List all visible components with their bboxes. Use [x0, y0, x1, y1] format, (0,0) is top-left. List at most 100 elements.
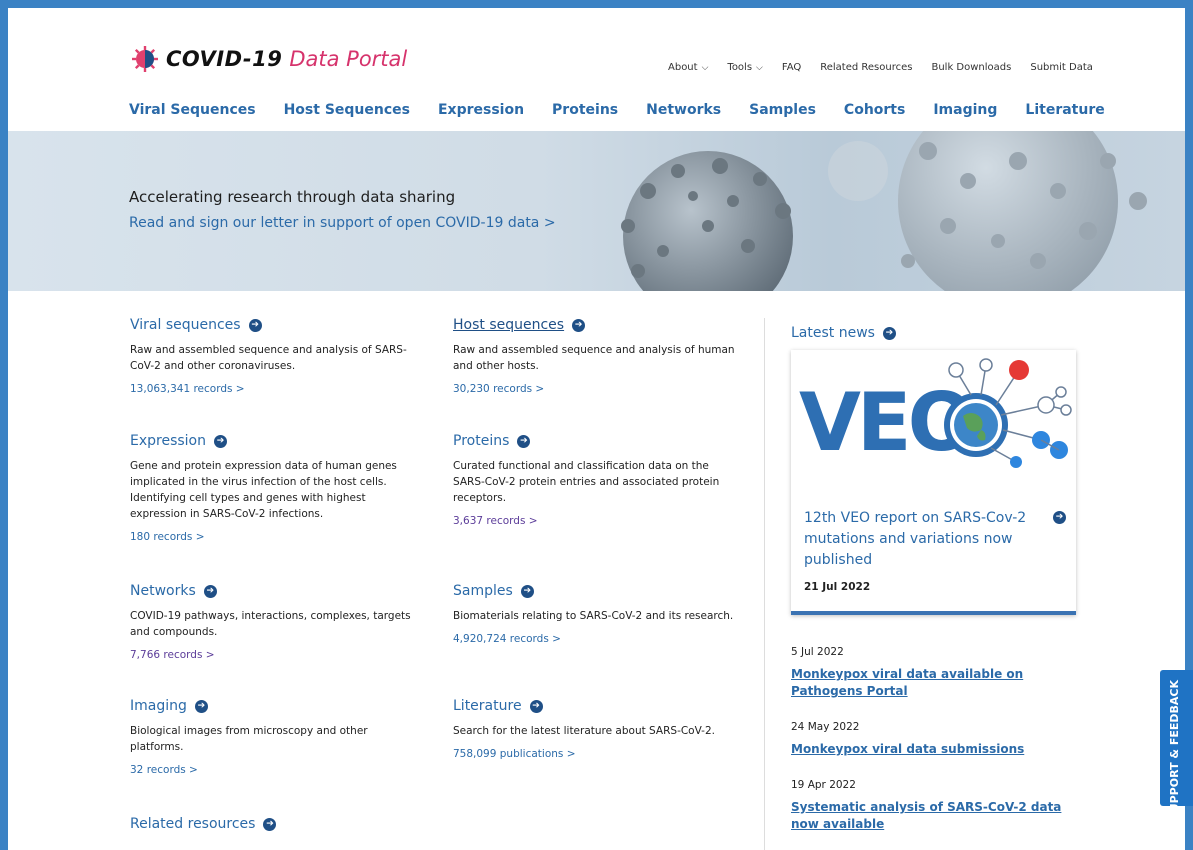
section-related-resources: Related resources ➔	[130, 816, 430, 832]
section-imaging-desc: Biological images from microscopy and ot…	[130, 725, 368, 753]
arrow-circle-icon: ➔	[529, 699, 543, 713]
section-proteins-title-text: Proteins	[453, 433, 510, 449]
news-item-link[interactable]: Monkeypox viral data available on Pathog…	[791, 666, 1071, 700]
logo-portal-text: Data Portal	[289, 47, 408, 71]
hero-title: Accelerating research through data shari…	[129, 188, 456, 206]
section-networks-records-link[interactable]: 7,766 records >	[130, 649, 430, 661]
main-nav-host-sequences[interactable]: Host Sequences	[284, 102, 410, 118]
section-host-sequences: Host sequences ➔ Raw and assembled sequen…	[453, 317, 753, 395]
section-networks: Networks ➔ COVID-19 pathways, interaction…	[130, 583, 430, 661]
logo-covid-text: COVID-19	[166, 47, 283, 71]
section-related-title-text: Related resources	[130, 816, 256, 832]
top-nav-tools[interactable]: Tools ⌵	[727, 62, 762, 73]
main-nav-imaging[interactable]: Imaging	[933, 102, 997, 118]
news-item-date: 24 May 2022	[791, 721, 860, 733]
section-proteins-title[interactable]: Proteins ➔	[453, 433, 753, 449]
hero-banner: Accelerating research through data shari…	[8, 131, 1185, 291]
section-samples-records-link[interactable]: 4,920,724 records >	[453, 633, 753, 645]
section-imaging-title[interactable]: Imaging ➔	[130, 698, 430, 714]
section-viral-title[interactable]: Viral sequences ➔	[130, 317, 430, 333]
arrow-circle-icon: ➔	[263, 817, 277, 831]
section-networks-title[interactable]: Networks ➔	[130, 583, 430, 599]
top-nav-about-label: About	[668, 62, 698, 73]
arrow-circle-icon: ➔	[520, 584, 534, 598]
section-literature: Literature ➔ Search for the latest litera…	[453, 698, 753, 760]
section-samples-desc: Biomaterials relating to SARS-CoV-2 and …	[453, 610, 734, 622]
main-nav-cohorts[interactable]: Cohorts	[844, 102, 905, 118]
featured-news-date: 21 Jul 2022	[804, 581, 871, 593]
arrow-circle-icon: ➔	[572, 318, 586, 332]
section-expression: Expression ➔ Gene and protein expression …	[130, 433, 430, 543]
column-divider	[764, 318, 765, 850]
section-viral-desc: Raw and assembled sequence and analysis …	[130, 344, 407, 372]
news-item-date: 5 Jul 2022	[791, 646, 844, 658]
section-literature-title[interactable]: Literature ➔	[453, 698, 753, 714]
main-nav-samples[interactable]: Samples	[749, 102, 816, 118]
news-item-link[interactable]: Systematic analysis of SARS-CoV-2 data n…	[791, 799, 1071, 833]
section-host-desc: Raw and assembled sequence and analysis …	[453, 344, 735, 372]
section-viral-records-link[interactable]: 13,063,341 records >	[130, 383, 430, 395]
section-host-records-link[interactable]: 30,230 records >	[453, 383, 753, 395]
section-related-title[interactable]: Related resources ➔	[130, 816, 430, 832]
top-nav-related-resources[interactable]: Related Resources	[820, 62, 912, 73]
arrow-circle-icon: ➔	[248, 318, 262, 332]
news-item: 19 Apr 2022 Systematic analysis of SARS-…	[791, 779, 1071, 833]
chevron-down-icon: ⌵	[701, 62, 709, 73]
support-feedback-tab[interactable]: SUPPORT & FEEDBACK	[1160, 670, 1193, 806]
veo-logo-image: VEO	[799, 358, 1072, 469]
section-samples: Samples ➔ Biomaterials relating to SARS-C…	[453, 583, 753, 645]
section-networks-title-text: Networks	[130, 583, 196, 599]
latest-news-heading[interactable]: Latest news ➔	[791, 325, 896, 341]
virus-logo-icon	[132, 46, 158, 72]
section-viral-sequences: Viral sequences ➔ Raw and assembled seque…	[130, 317, 430, 395]
section-proteins-records-link[interactable]: 3,637 records >	[453, 515, 753, 527]
section-expression-records-link[interactable]: 180 records >	[130, 531, 430, 543]
section-samples-title[interactable]: Samples ➔	[453, 583, 753, 599]
news-item-date: 19 Apr 2022	[791, 779, 856, 791]
main-nav-networks[interactable]: Networks	[646, 102, 721, 118]
section-proteins-desc: Curated functional and classification da…	[453, 460, 720, 504]
section-literature-records-link[interactable]: 758,099 publications >	[453, 748, 753, 760]
top-nav-about[interactable]: About ⌵	[668, 62, 708, 73]
latest-news-title: Latest news	[791, 325, 875, 341]
featured-news-title[interactable]: 12th VEO report on SARS-Cov-2 mutations …	[804, 508, 1039, 571]
arrow-circle-icon: ➔	[517, 434, 531, 448]
section-literature-title-text: Literature	[453, 698, 522, 714]
section-proteins: Proteins ➔ Curated functional and classif…	[453, 433, 753, 527]
section-expression-title[interactable]: Expression ➔	[130, 433, 430, 449]
top-nav-faq[interactable]: FAQ	[782, 62, 801, 73]
section-host-title[interactable]: Host sequences ➔	[453, 317, 753, 333]
arrow-circle-icon[interactable]: ➔	[1053, 511, 1066, 524]
featured-news-card[interactable]: VEO 12th VEO report on SARS-Cov-2 mutati…	[791, 350, 1076, 615]
section-imaging: Imaging ➔ Biological images from microsco…	[130, 698, 430, 776]
section-host-title-text: Host sequences	[453, 317, 565, 333]
news-item-link[interactable]: Monkeypox viral data submissions	[791, 741, 1071, 758]
chevron-down-icon: ⌵	[756, 62, 763, 73]
top-nav: About ⌵ Tools ⌵ FAQ Related Resources Bulk…	[668, 62, 1112, 73]
support-feedback-label: SUPPORT & FEEDBACK	[1168, 680, 1181, 806]
section-imaging-records-link[interactable]: 32 records >	[130, 764, 430, 776]
section-expression-desc: Gene and protein expression data of huma…	[130, 460, 397, 520]
section-networks-desc: COVID-19 pathways, interactions, complex…	[130, 610, 411, 638]
section-viral-title-text: Viral sequences	[130, 317, 241, 333]
section-expression-title-text: Expression	[130, 433, 206, 449]
arrow-circle-icon: ➔	[214, 434, 227, 448]
top-nav-tools-label: Tools	[727, 62, 753, 73]
main-nav-proteins[interactable]: Proteins	[552, 102, 618, 118]
main-nav-expression[interactable]: Expression	[438, 102, 524, 118]
main-nav-literature[interactable]: Literature	[1025, 102, 1104, 118]
virus-hero-image	[621, 131, 1147, 291]
top-nav-bulk-downloads[interactable]: Bulk Downloads	[931, 62, 1011, 73]
arrow-circle-icon: ➔	[194, 699, 208, 713]
main-nav: Viral Sequences Host Sequences Expressio…	[129, 102, 1133, 118]
arrow-circle-icon: ➔	[203, 584, 217, 598]
hero-letter-link[interactable]: Read and sign our letter in support of o…	[129, 215, 556, 231]
arrow-circle-icon: ➔	[882, 326, 896, 340]
site-logo[interactable]: COVID-19 Data Portal	[130, 44, 407, 74]
top-nav-submit-data[interactable]: Submit Data	[1030, 62, 1093, 73]
news-item: 5 Jul 2022 Monkeypox viral data availabl…	[791, 646, 1071, 700]
browser-frame: COVID-19 Data Portal About ⌵ Tools ⌵ FAQ R…	[0, 0, 1193, 850]
top-nav-faq-label: FAQ	[781, 62, 802, 73]
main-nav-viral-sequences[interactable]: Viral Sequences	[129, 102, 256, 118]
top-nav-bulk-label: Bulk Downloads	[931, 62, 1012, 73]
